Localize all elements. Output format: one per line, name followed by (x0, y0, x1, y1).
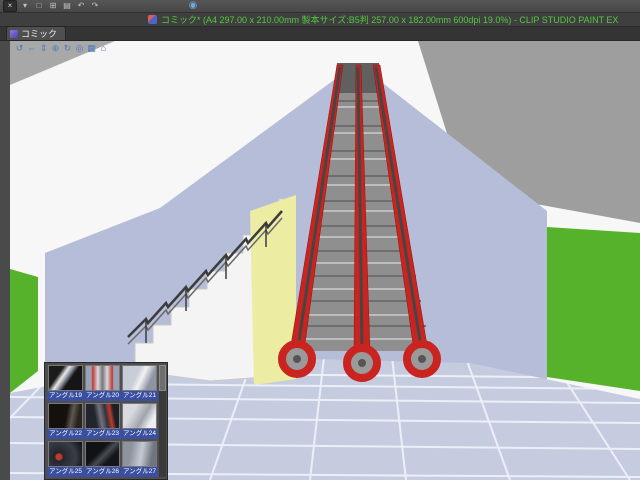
reset-view-icon[interactable]: ⌂ (98, 43, 109, 54)
camera-rotate-icon[interactable]: ↺ (14, 43, 25, 54)
main-toolbar: × ▾ □ ⊞ ▤ ↶ ↷ ◉ (0, 0, 640, 13)
angle-thumbnail[interactable] (48, 441, 83, 467)
angle-label: アングル23 (84, 429, 121, 439)
angle-label: アングル26 (84, 467, 121, 477)
close-icon[interactable]: × (3, 0, 17, 12)
angle-thumbnail[interactable] (85, 441, 120, 467)
camera-dolly-icon[interactable]: ⇕ (38, 43, 49, 54)
angle-label: アングル19 (47, 391, 84, 401)
angle-label: アングル21 (121, 391, 158, 401)
open-document-icon[interactable]: ⊞ (47, 1, 59, 11)
angle-item[interactable]: アングル20 (84, 365, 121, 403)
3d-manipulation-toolbar: ↺ ⇔ ⇕ ⊕ ↻ ◎ ▦ ⌂ (14, 43, 109, 54)
panel-scrollbar[interactable] (159, 365, 166, 477)
angle-label: アングル22 (47, 429, 84, 439)
angle-label: アングル27 (121, 467, 158, 477)
panel-scrollbar-thumb[interactable] (159, 365, 166, 391)
angle-item[interactable]: アングル19 (47, 365, 84, 403)
collapse-icon[interactable]: ▾ (19, 1, 31, 11)
tab-label: コミック (21, 29, 58, 39)
object-rotate-icon[interactable]: ↻ (62, 43, 73, 54)
angle-preset-panel: アングル19 アングル20 アングル21 アングル22 アングル23 アングル2… (44, 362, 168, 480)
camera-zoom-icon[interactable]: ⊕ (50, 43, 61, 54)
document-tab-icon (10, 29, 18, 38)
save-document-icon[interactable]: ▤ (61, 1, 73, 11)
angle-label: アングル20 (84, 391, 121, 401)
angle-grid: アングル19 アングル20 アングル21 アングル22 アングル23 アングル2… (47, 365, 159, 479)
angle-item[interactable]: アングル27 (121, 441, 158, 479)
angle-item[interactable]: アングル22 (47, 403, 84, 441)
wall-green-right (547, 227, 640, 391)
escalator-newels (278, 340, 441, 382)
angle-item[interactable]: アングル21 (121, 365, 158, 403)
angle-thumbnail[interactable] (122, 403, 157, 429)
camera-pan-icon[interactable]: ⇔ (26, 43, 37, 54)
snap-grid-icon[interactable]: ▦ (86, 43, 97, 54)
document-title-bar: コミック* (A4 297.00 x 210.00mm 製本サイズ:B5判 25… (0, 13, 640, 27)
app-icon (148, 15, 157, 24)
angle-thumbnail[interactable] (122, 441, 157, 467)
angle-item[interactable]: アングル26 (84, 441, 121, 479)
redo-icon[interactable]: ↷ (89, 1, 101, 11)
angle-thumbnail[interactable] (85, 403, 120, 429)
angle-item[interactable]: アングル23 (84, 403, 121, 441)
tab-comic[interactable]: コミック (6, 26, 67, 40)
new-document-icon[interactable]: □ (33, 1, 45, 11)
angle-thumbnail[interactable] (85, 365, 120, 391)
tab-strip: コミック (0, 26, 640, 41)
angle-item[interactable]: アングル25 (47, 441, 84, 479)
object-move-icon[interactable]: ◎ (74, 43, 85, 54)
angle-thumbnail[interactable] (48, 403, 83, 429)
document-title: コミック* (A4 297.00 x 210.00mm 製本サイズ:B5判 25… (161, 15, 619, 25)
clip-studio-sphere-icon[interactable]: ◉ (187, 1, 199, 11)
angle-label: アングル25 (47, 467, 84, 477)
angle-thumbnail[interactable] (122, 365, 157, 391)
undo-icon[interactable]: ↶ (75, 1, 87, 11)
angle-item[interactable]: アングル24 (121, 403, 158, 441)
angle-label: アングル24 (121, 429, 158, 439)
angle-thumbnail[interactable] (48, 365, 83, 391)
